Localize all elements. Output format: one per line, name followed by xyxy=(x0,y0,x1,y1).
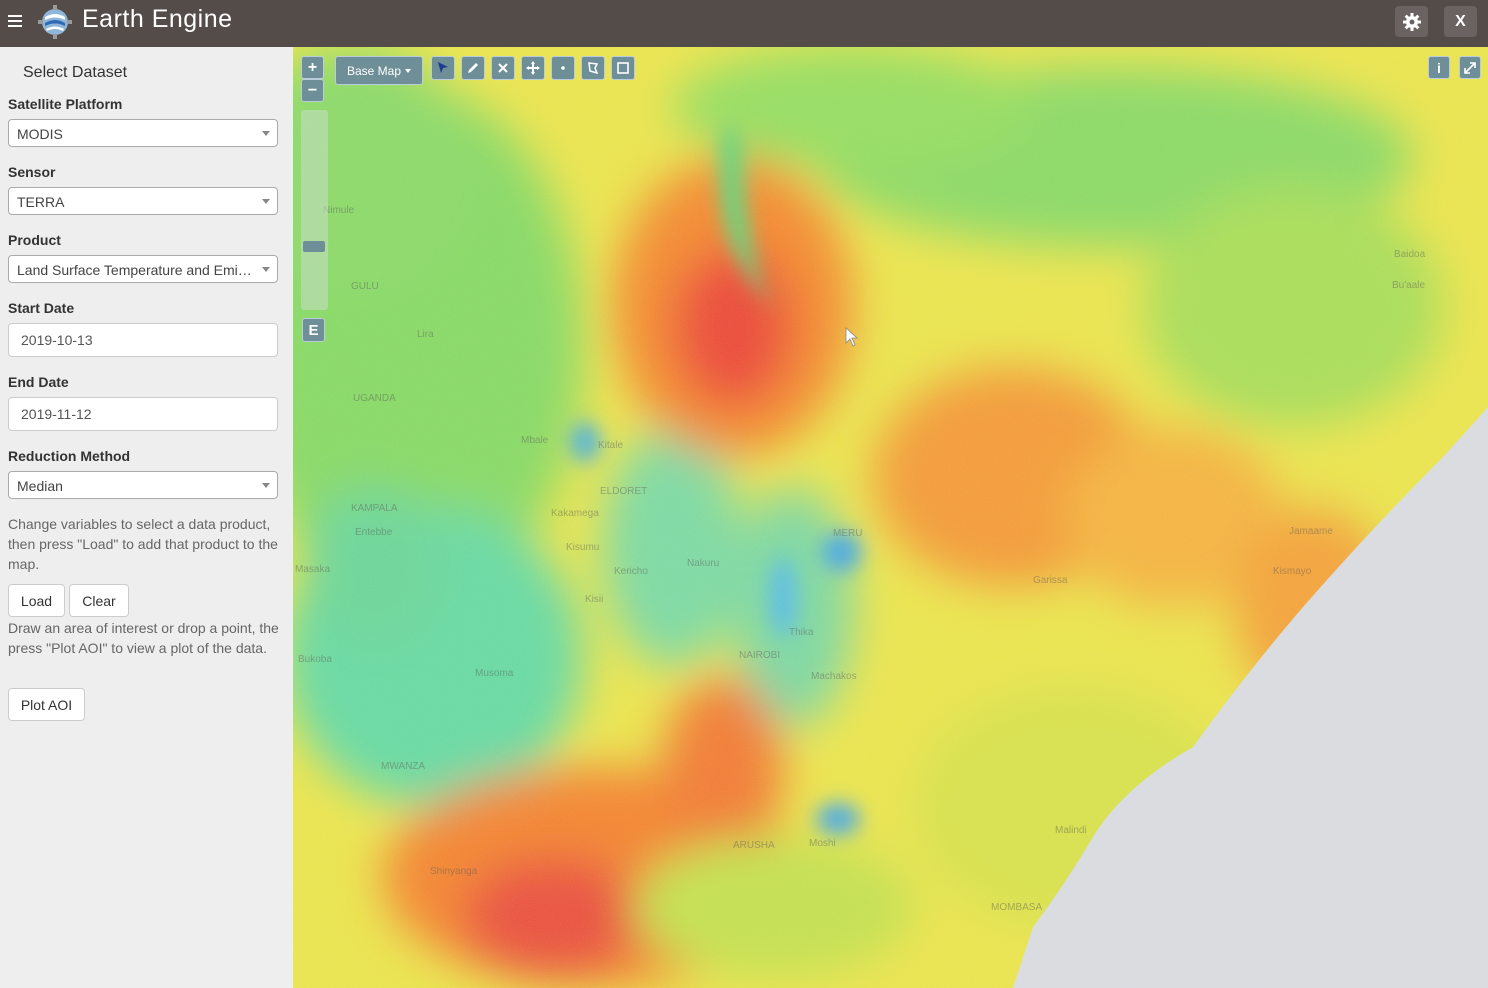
place-label: Bukoba xyxy=(298,654,332,665)
place-label: Shinyanga xyxy=(430,866,478,877)
app-header: Earth Engine X xyxy=(0,0,1488,47)
app-title: Earth Engine xyxy=(82,5,233,33)
reduction-label: Reduction Method xyxy=(8,448,131,464)
select-tool-button[interactable] xyxy=(431,56,455,80)
reduction-select[interactable]: Median xyxy=(8,471,278,499)
load-help-text: Change variables to select a data produc… xyxy=(8,516,278,572)
panel-title: Select Dataset xyxy=(23,64,128,81)
dataset-panel: Select Dataset Satellite Platform MODIS … xyxy=(0,47,293,988)
chevron-down-icon xyxy=(262,267,270,272)
zoom-out-button[interactable]: − xyxy=(301,79,324,102)
place-label: MWANZA xyxy=(381,761,426,772)
place-label: Nakuru xyxy=(687,558,720,569)
place-label: Malindi xyxy=(1055,825,1087,836)
rectangle-tool-button[interactable] xyxy=(611,56,635,80)
place-label: Masaka xyxy=(295,564,331,575)
temperature-layer xyxy=(293,47,1488,988)
pointer-icon xyxy=(438,62,448,73)
place-label: Machakos xyxy=(811,671,857,682)
close-button[interactable]: X xyxy=(1444,6,1477,37)
aoi-help-text: Draw an area of interest or drop a point… xyxy=(8,620,279,656)
e-button[interactable]: E xyxy=(302,318,325,342)
place-label: Mbale xyxy=(521,435,549,446)
start-date-input[interactable] xyxy=(8,323,278,357)
platform-select[interactable]: MODIS xyxy=(8,119,278,147)
place-label: NAIROBI xyxy=(739,650,781,661)
place-label: KAMPALA xyxy=(351,503,398,514)
zoom-slider-handle[interactable] xyxy=(303,241,325,252)
place-label: Thika xyxy=(789,627,814,638)
place-label: ARUSHA xyxy=(733,840,775,851)
end-date-label: End Date xyxy=(8,374,69,390)
sensor-label: Sensor xyxy=(8,164,56,180)
place-label: Kismayo xyxy=(1273,566,1312,577)
point-tool-button[interactable] xyxy=(551,56,575,80)
reduction-value: Median xyxy=(17,478,63,494)
map-canvas[interactable]: Nimule GULU Lira UGANDA Mbale Kitale ELD… xyxy=(293,47,1488,988)
earth-engine-logo xyxy=(38,5,72,39)
zoom-in-button[interactable]: + xyxy=(301,56,324,79)
move-icon xyxy=(526,61,540,75)
place-label: Entebbe xyxy=(355,527,393,538)
point-icon xyxy=(561,66,565,70)
close-icon xyxy=(498,63,508,73)
chevron-down-icon xyxy=(262,483,270,488)
info-button[interactable]: i xyxy=(1428,56,1450,79)
place-label: MOMBASA xyxy=(991,902,1043,913)
plot-aoi-button[interactable]: Plot AOI xyxy=(8,688,85,721)
zoom-slider-track[interactable] xyxy=(301,110,328,310)
place-label: GULU xyxy=(351,281,379,292)
mouse-cursor-icon xyxy=(845,327,859,347)
polygon-icon xyxy=(588,62,599,75)
place-label: MERU xyxy=(833,528,863,539)
gear-icon xyxy=(1402,12,1421,31)
expand-icon xyxy=(1464,61,1476,74)
sensor-value: TERRA xyxy=(17,194,65,210)
place-label: Kisumu xyxy=(566,542,600,553)
place-label: Baidoa xyxy=(1394,249,1426,260)
load-button[interactable]: Load xyxy=(8,584,65,617)
end-date-input[interactable] xyxy=(8,397,278,431)
product-label: Product xyxy=(8,232,61,248)
place-label: ELDORET xyxy=(600,486,648,497)
place-label: Kakamega xyxy=(551,508,599,519)
product-select[interactable]: Land Surface Temperature and Emissivity xyxy=(8,255,278,283)
place-label: Kericho xyxy=(614,566,648,577)
platform-value: MODIS xyxy=(17,126,63,142)
place-label: Moshi xyxy=(809,838,836,849)
basemap-label: Base Map xyxy=(346,63,402,78)
place-label: Musoma xyxy=(475,668,514,679)
start-date-label: Start Date xyxy=(8,300,75,316)
chevron-down-icon xyxy=(262,199,270,204)
menu-icon[interactable] xyxy=(8,15,22,28)
place-label: Kitale xyxy=(598,440,624,451)
platform-label: Satellite Platform xyxy=(8,96,123,112)
polygon-tool-button[interactable] xyxy=(581,56,605,80)
sensor-select[interactable]: TERRA xyxy=(8,187,278,215)
place-label: Jamaame xyxy=(1289,526,1333,537)
place-label: UGANDA xyxy=(353,393,396,404)
clear-button[interactable]: Clear xyxy=(69,584,129,617)
pencil-icon xyxy=(468,63,478,73)
caret-down-icon xyxy=(405,68,412,73)
move-tool-button[interactable] xyxy=(521,56,545,80)
settings-button[interactable] xyxy=(1395,6,1428,37)
place-label: Lira xyxy=(417,329,434,340)
place-label: Garissa xyxy=(1033,575,1068,586)
delete-tool-button[interactable] xyxy=(491,56,515,80)
rectangle-icon xyxy=(617,62,629,74)
place-label: Bu'aale xyxy=(1392,280,1426,291)
draw-line-button[interactable] xyxy=(461,56,485,80)
basemap-dropdown[interactable]: Base Map xyxy=(335,56,423,85)
product-value: Land Surface Temperature and Emissivity xyxy=(17,262,276,278)
place-label: Kisii xyxy=(585,594,604,605)
chevron-down-icon xyxy=(262,131,270,136)
fullscreen-button[interactable] xyxy=(1459,56,1481,79)
